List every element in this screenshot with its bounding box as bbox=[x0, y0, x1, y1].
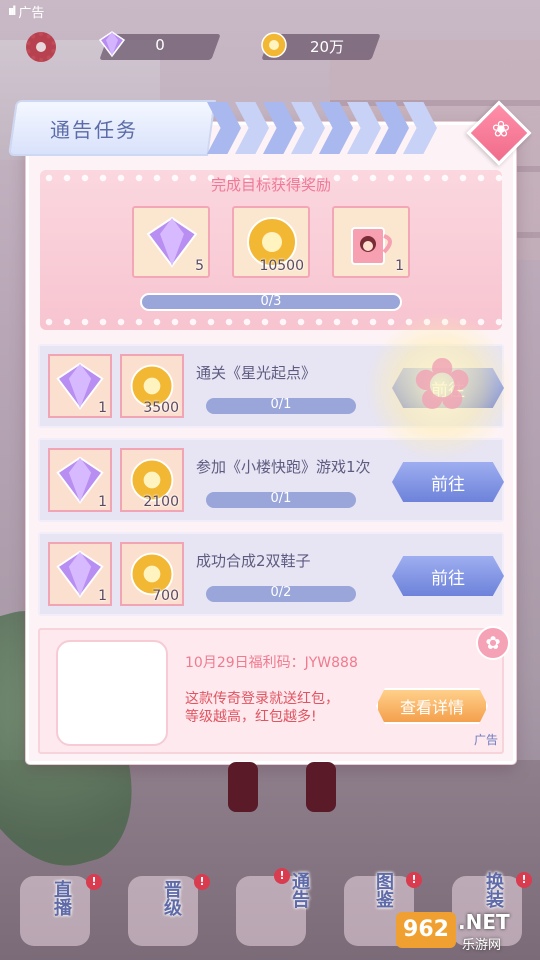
alert-badge: ! bbox=[406, 872, 422, 888]
task-row: 1 2100 参加《小楼快跑》游戏1次 0/1 前往 bbox=[38, 438, 504, 522]
flower-highlight-icon: ✿ bbox=[412, 342, 473, 426]
status-ad-label: 广告 bbox=[18, 5, 45, 21]
go-button[interactable]: 前往 bbox=[392, 556, 504, 596]
reward-mug[interactable]: 1 bbox=[332, 206, 410, 278]
film-strip-bottom bbox=[40, 316, 502, 328]
task-coin-reward: 700 bbox=[120, 542, 184, 606]
overall-progress-text: 0/3 bbox=[260, 294, 282, 309]
ad-tag: 广告 bbox=[473, 733, 498, 747]
task-gem-reward: 1 bbox=[48, 542, 112, 606]
coin-count: 20万 bbox=[309, 38, 345, 56]
task-progress-text: 0/2 bbox=[270, 585, 292, 600]
shoe-right bbox=[306, 762, 336, 812]
alert-badge: ! bbox=[274, 868, 290, 884]
task-coin-reward: 3500 bbox=[120, 354, 184, 418]
ad-line-2: 等级越高，红包越多! bbox=[185, 709, 317, 725]
watermark-sub: 乐游网 bbox=[462, 938, 502, 953]
nav-label: 晋级 bbox=[161, 880, 182, 916]
settings-gear-icon[interactable] bbox=[26, 32, 56, 62]
go-button[interactable]: 前往 bbox=[392, 462, 504, 502]
ad-thumbnail bbox=[56, 640, 168, 746]
coin-icon bbox=[261, 32, 287, 58]
nav-label: 通告 bbox=[289, 872, 310, 908]
overall-progress-bar: 0/3 bbox=[140, 293, 402, 311]
task-progress-bar: 0/1 bbox=[206, 397, 356, 414]
task-progress-text: 0/1 bbox=[270, 491, 292, 506]
gem-icon bbox=[98, 31, 126, 58]
task-gem-count: 1 bbox=[98, 494, 107, 510]
task-coin-reward: 2100 bbox=[120, 448, 184, 512]
task-row: 1 700 成功合成2双鞋子 0/2 前往 bbox=[38, 532, 504, 616]
watermark: 962 .NET 乐游网 bbox=[396, 908, 536, 954]
nav-label: 图鉴 bbox=[373, 872, 394, 908]
reward-gem[interactable]: 5 bbox=[132, 206, 210, 278]
mug-icon bbox=[351, 227, 392, 265]
reward-heading: 完成目标获得奖励 bbox=[210, 176, 331, 194]
nav-notice[interactable]: 通告 ! bbox=[222, 868, 318, 954]
panel-title: 通告任务 bbox=[50, 118, 138, 142]
task-name: 通关《星光起点》 bbox=[196, 364, 317, 382]
task-gem-count: 1 bbox=[98, 400, 107, 416]
alert-badge: ! bbox=[86, 874, 102, 890]
task-name: 成功合成2双鞋子 bbox=[196, 552, 311, 570]
reward-count: 10500 bbox=[259, 258, 304, 274]
status-bar: ııl 广告 bbox=[0, 0, 540, 22]
alert-badge: ! bbox=[516, 872, 532, 888]
task-gem-reward: 1 bbox=[48, 448, 112, 512]
reward-coin[interactable]: 10500 bbox=[232, 206, 310, 278]
watermark-net: .NET bbox=[458, 910, 510, 934]
task-progress-bar: 0/2 bbox=[206, 585, 356, 602]
ad-line-1: 这款传奇登录就送红包， bbox=[185, 691, 339, 707]
ad-close-flower-icon[interactable]: ✿ bbox=[476, 626, 510, 660]
task-progress-text: 0/1 bbox=[270, 397, 292, 412]
nav-promote[interactable]: 晋级 ! bbox=[114, 868, 210, 954]
nav-label: 换装 bbox=[483, 872, 504, 908]
task-progress-bar: 0/1 bbox=[206, 491, 356, 508]
chevron-decoration bbox=[207, 102, 477, 154]
shoe-left bbox=[228, 762, 258, 812]
task-coin-count: 700 bbox=[152, 588, 179, 604]
task-coin-count: 2100 bbox=[143, 494, 179, 510]
reward-count: 5 bbox=[195, 258, 204, 274]
alert-badge: ! bbox=[194, 874, 210, 890]
task-gem-reward: 1 bbox=[48, 354, 112, 418]
task-gem-count: 1 bbox=[98, 588, 107, 604]
gem-icon bbox=[146, 216, 198, 268]
ad-description: 这款传奇登录就送红包， 等级越高，红包越多! bbox=[185, 690, 385, 726]
task-coin-count: 3500 bbox=[143, 400, 179, 416]
task-name: 参加《小楼快跑》游戏1次 bbox=[196, 458, 371, 476]
ad-details-button[interactable]: 查看详情 bbox=[376, 688, 488, 724]
nav-live[interactable]: 直播 ! bbox=[6, 868, 102, 954]
nav-label: 直播 bbox=[51, 880, 72, 916]
watermark-logo: 962 bbox=[396, 912, 456, 948]
signal-icon: ııl bbox=[8, 4, 16, 18]
gem-count: 0 bbox=[155, 36, 165, 54]
ad-card[interactable]: 10月29日福利码：JYW888 这款传奇登录就送红包， 等级越高，红包越多! … bbox=[38, 628, 504, 754]
ad-code-text: 10月29日福利码：JYW888 bbox=[185, 655, 358, 671]
reward-count: 1 bbox=[395, 258, 404, 274]
